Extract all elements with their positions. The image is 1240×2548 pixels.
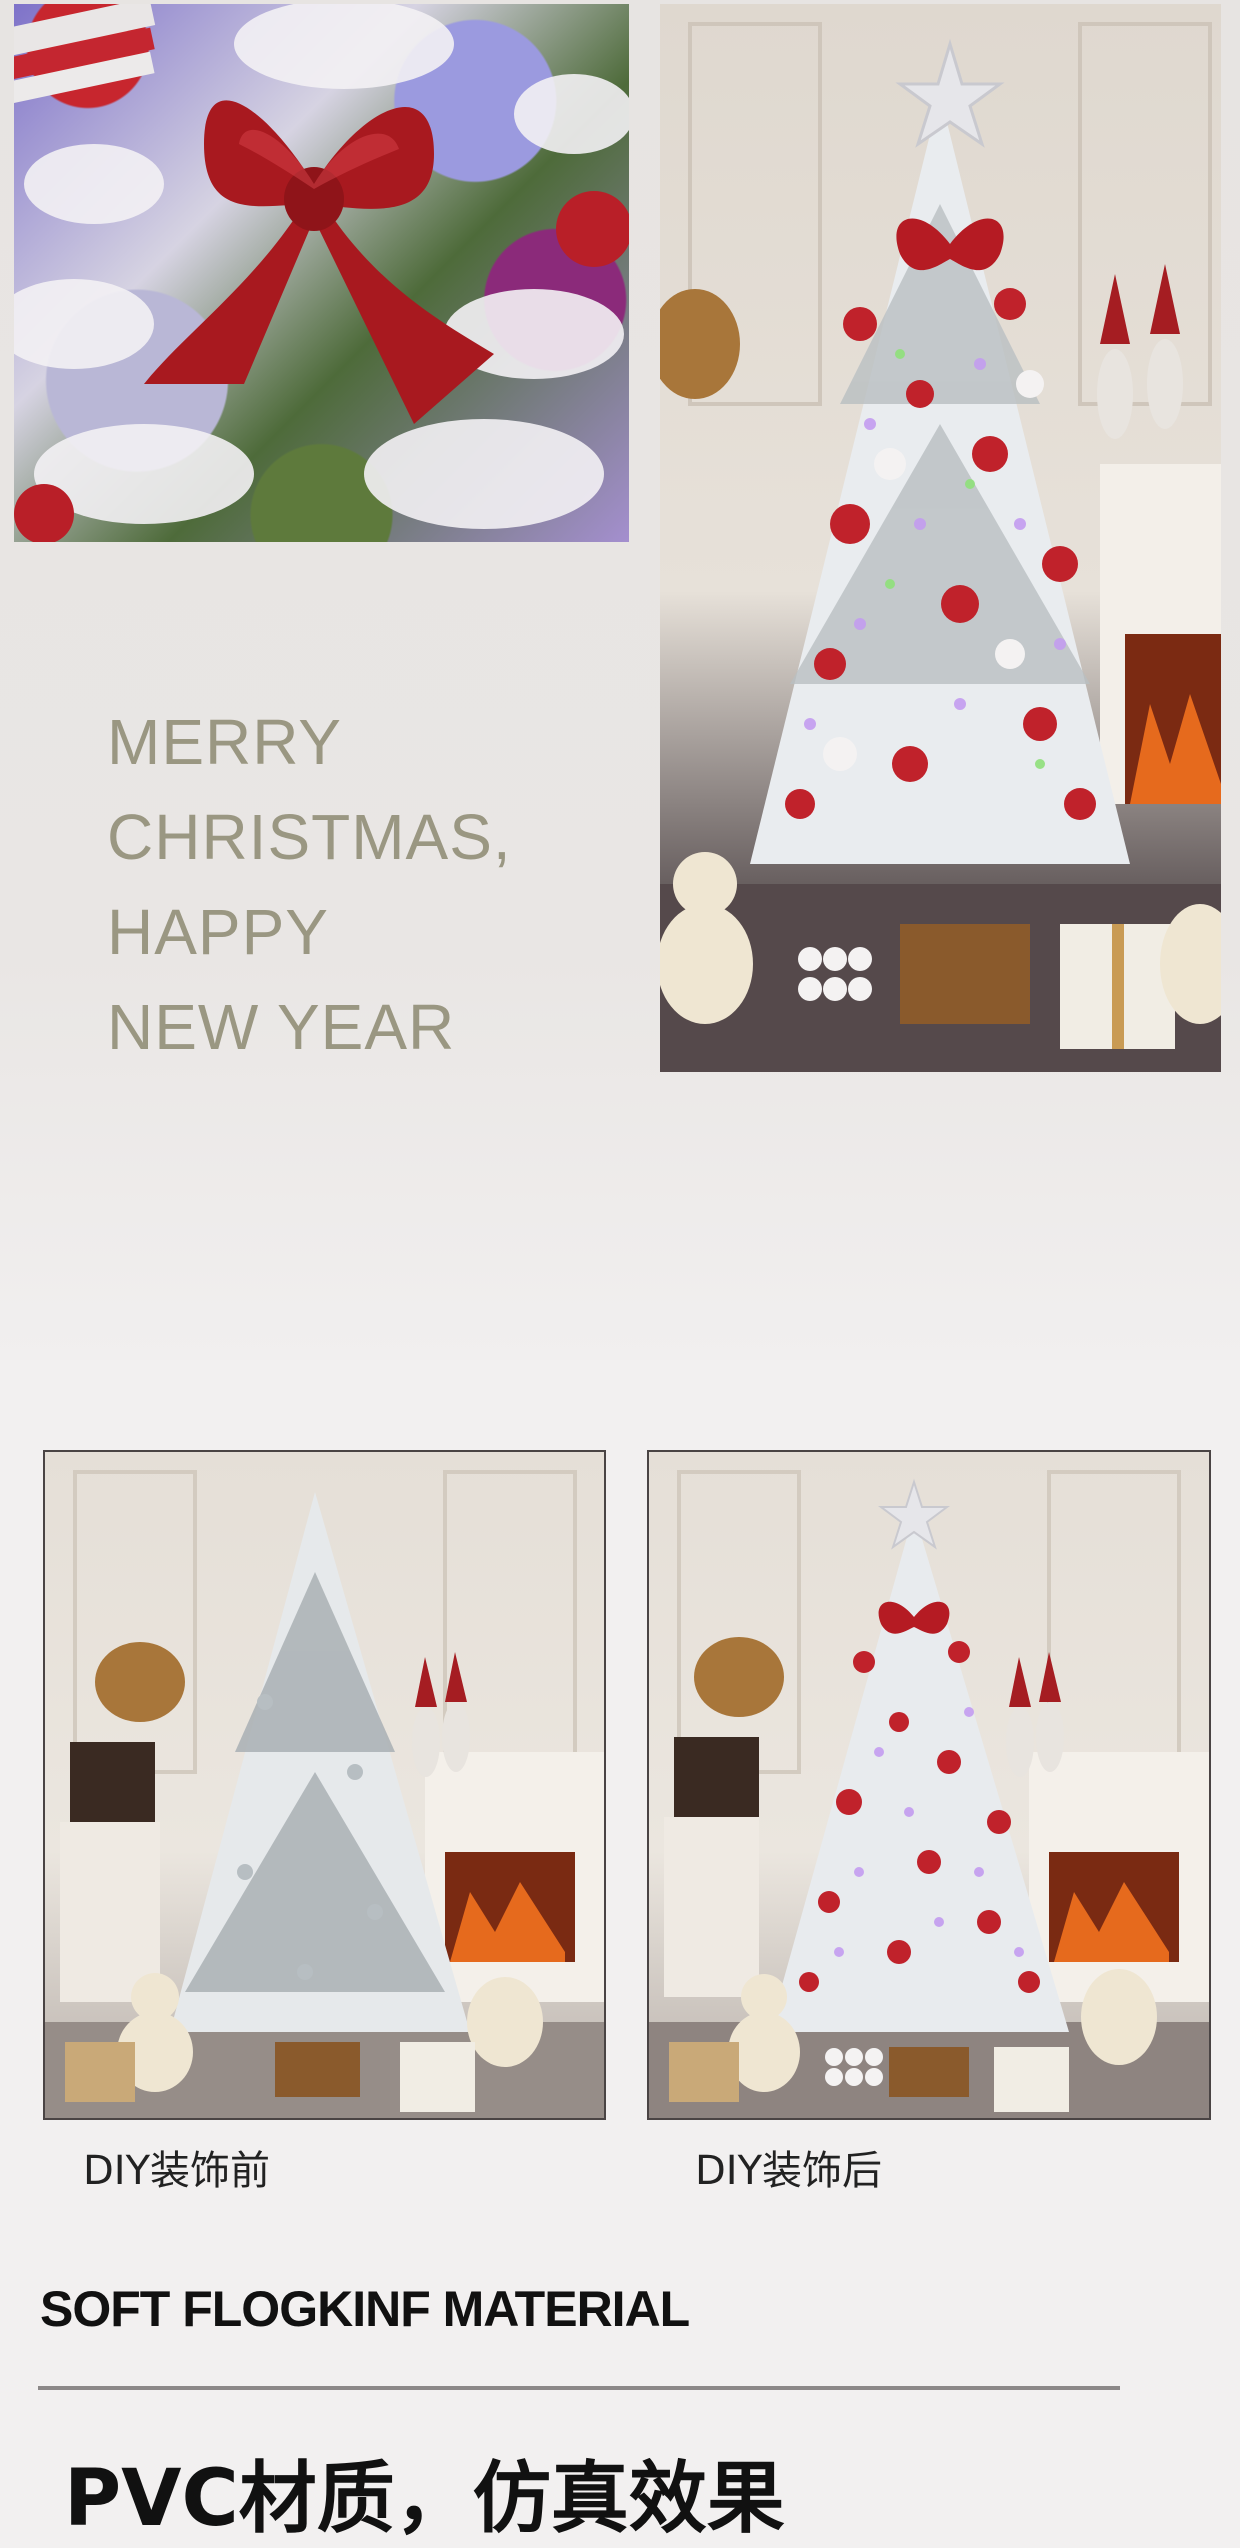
divider [38,2386,1120,2390]
greeting-line-3: HAPPY [107,896,329,968]
after-caption: DIY装饰后 [695,2148,883,2194]
before-decoration-image [43,1450,606,2120]
after-decoration-image [647,1450,1211,2120]
decorated-tree-image [660,4,1221,1072]
greeting-line-1: MERRY [107,706,342,778]
hero-section: MERRY CHRISTMAS, HAPPY NEW YEAR [0,0,1240,1360]
greeting-line-4: NEW YEAR [107,991,456,1063]
greeting-text: MERRY CHRISTMAS, HAPPY NEW YEAR [107,695,547,1075]
greeting-line-2: CHRISTMAS, [107,801,512,873]
before-caption: DIY装饰前 [83,2148,271,2194]
material-title: SOFT FLOGKINF MATERIAL [40,2281,690,2337]
bow-closeup-image [14,4,629,542]
material-subtitle: PVC材质，仿真效果 [64,2454,785,2544]
